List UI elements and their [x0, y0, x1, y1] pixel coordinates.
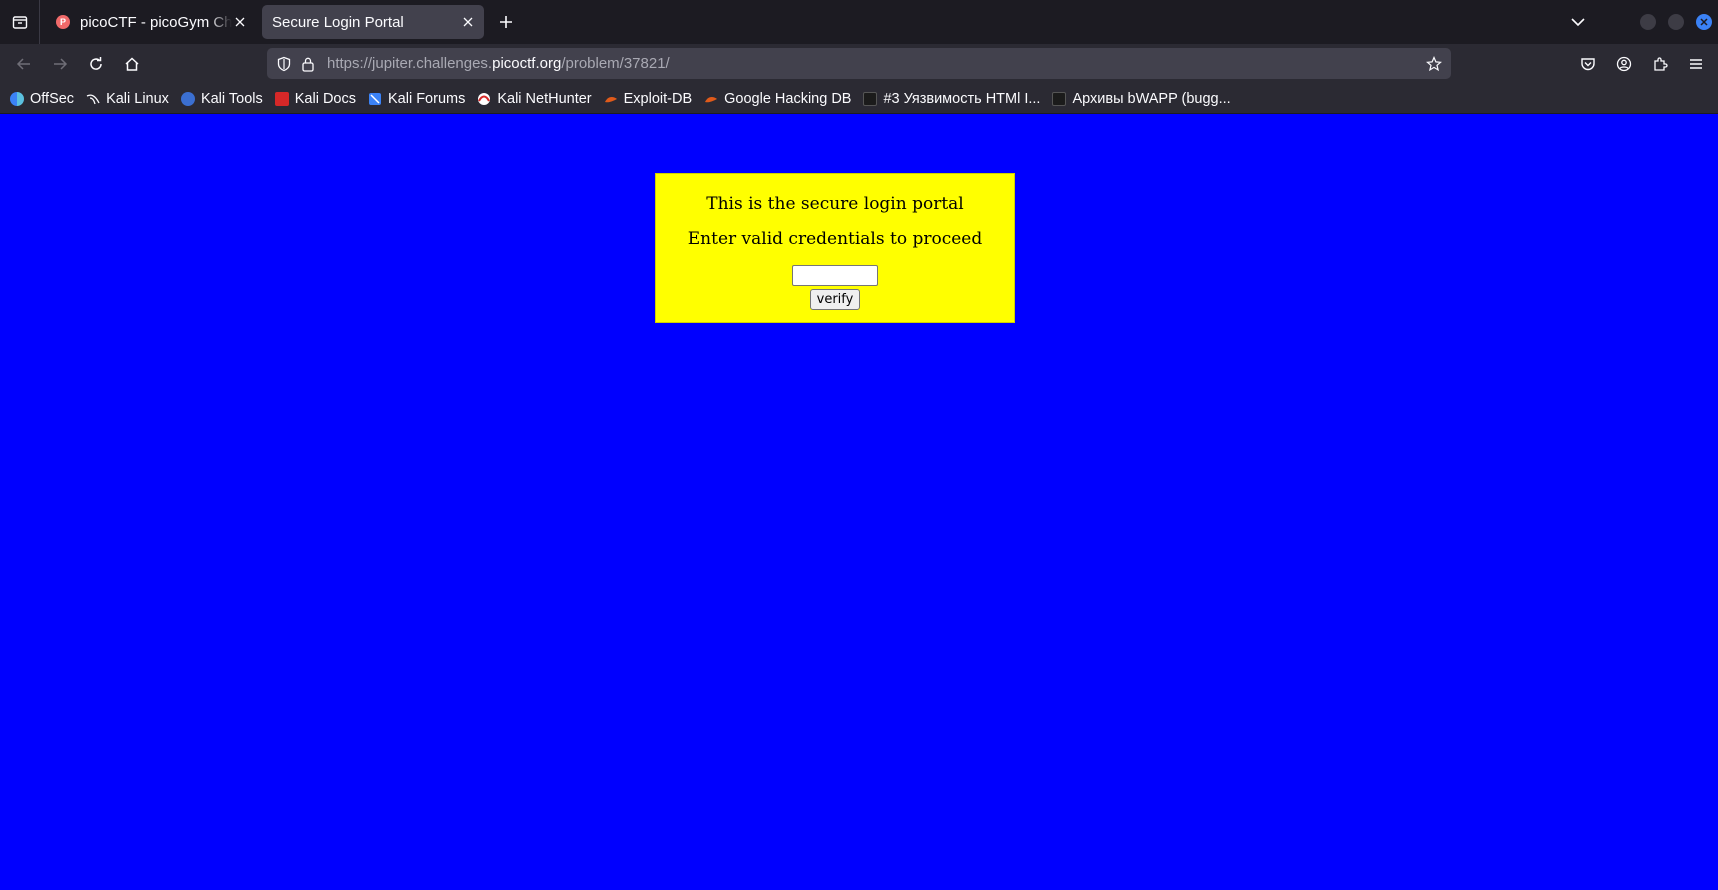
- bookmark-label: Kali Linux: [106, 90, 169, 107]
- bookmark-label: Exploit-DB: [623, 90, 693, 107]
- bookmark-label: Kali Forums: [387, 90, 466, 107]
- account-icon: [1616, 56, 1632, 72]
- bookmark-offsec[interactable]: OffSec: [10, 91, 74, 107]
- kali-forums-icon: [368, 92, 382, 106]
- back-button[interactable]: [6, 48, 42, 80]
- bookmark-star-icon[interactable]: [1423, 53, 1445, 75]
- bookmark-label: Kali NetHunter: [497, 90, 592, 107]
- arrow-left-icon: [16, 58, 30, 70]
- bookmark-kali-docs[interactable]: Kali Docs: [274, 90, 356, 107]
- bookmark-google-hacking-db[interactable]: Google Hacking DB: [704, 91, 851, 107]
- bookmark-kali-linux[interactable]: Kali Linux: [86, 91, 169, 107]
- tab-overview-button[interactable]: [0, 0, 40, 44]
- forward-button[interactable]: [42, 48, 78, 80]
- url-prefix: https://jupiter.challenges.: [327, 55, 493, 72]
- verify-button[interactable]: verify: [809, 289, 861, 310]
- account-button[interactable]: [1606, 48, 1642, 80]
- article-thumbnail-icon: [863, 91, 878, 106]
- bookmark-kali-nethunter[interactable]: Kali NetHunter: [477, 90, 592, 107]
- portal-instructions: Enter valid credentials to proceed: [687, 229, 983, 249]
- bookmark-exploit-db[interactable]: Exploit-DB: [604, 90, 693, 107]
- home-button[interactable]: [114, 48, 150, 80]
- kali-docs-icon: [274, 91, 289, 106]
- bookmark-label: Kali Docs: [294, 90, 356, 107]
- navigation-toolbar: https://jupiter.challenges.picoctf.org/p…: [0, 44, 1718, 84]
- bookmarks-toolbar: OffSec Kali Linux Kali Tools Kali Docs K…: [0, 84, 1718, 114]
- tab-picoctf[interactable]: P picoCTF - picoGym Challenges: [46, 5, 256, 39]
- pocket-button[interactable]: [1570, 48, 1606, 80]
- tab-title: picoCTF - picoGym Challenges: [80, 13, 232, 31]
- extensions-button[interactable]: [1642, 48, 1678, 80]
- tab-list-icon: [12, 16, 27, 29]
- url-host: picoctf.org: [492, 55, 562, 72]
- url-text[interactable]: https://jupiter.challenges.picoctf.org/p…: [327, 55, 1417, 72]
- puzzle-icon: [1654, 57, 1668, 71]
- bookmark-label: Google Hacking DB: [724, 90, 852, 107]
- url-path: /problem/37821/: [561, 55, 670, 72]
- kali-nethunter-icon: [477, 92, 491, 106]
- pocket-icon: [1581, 58, 1595, 71]
- new-tab-button[interactable]: [490, 6, 522, 38]
- credentials-input[interactable]: [792, 265, 878, 286]
- tab-title: Secure Login Portal: [272, 13, 404, 31]
- list-all-tabs-button[interactable]: [1560, 6, 1596, 38]
- picoctf-favicon-icon: P: [56, 15, 70, 29]
- reload-icon: [90, 57, 102, 70]
- close-tab-icon[interactable]: [232, 14, 248, 30]
- plus-icon: [500, 16, 512, 28]
- close-tab-icon[interactable]: [460, 14, 476, 30]
- bookmark-kali-forums[interactable]: Kali Forums: [368, 91, 465, 107]
- tab-secure-login-portal[interactable]: Secure Login Portal: [262, 5, 484, 39]
- bookmark-label: OffSec: [30, 90, 75, 107]
- hamburger-menu-icon: [1690, 59, 1702, 69]
- kali-tools-icon: [180, 91, 195, 106]
- bookmark-html-vulnerability[interactable]: #3 Уязвимость HTMl I...: [863, 91, 1040, 107]
- tab-strip: P picoCTF - picoGym Challenges Secure Lo…: [0, 0, 1718, 44]
- home-icon: [125, 57, 139, 71]
- lock-icon[interactable]: [297, 53, 319, 75]
- address-bar[interactable]: https://jupiter.challenges.picoctf.org/p…: [267, 48, 1451, 79]
- kali-dragon-icon: [86, 92, 100, 106]
- app-menu-button[interactable]: [1678, 48, 1714, 80]
- article-thumbnail-icon: [1052, 91, 1067, 106]
- exploit-db-icon: [604, 92, 618, 106]
- bookmark-bwapp-archives[interactable]: Архивы bWAPP (bugg...: [1052, 90, 1231, 107]
- portal-heading: This is the secure login portal: [706, 194, 964, 214]
- arrow-right-icon: [54, 58, 68, 70]
- google-hacking-db-icon: [704, 92, 718, 106]
- tracking-protection-shield-icon[interactable]: [273, 53, 295, 75]
- reload-button[interactable]: [78, 48, 114, 80]
- maximize-window-button[interactable]: [1668, 14, 1684, 30]
- offsec-icon: [10, 91, 24, 106]
- bookmark-label: Kali Tools: [200, 90, 263, 107]
- bookmark-kali-tools[interactable]: Kali Tools: [180, 90, 263, 107]
- page-viewport: This is the secure login portal Enter va…: [0, 115, 1718, 890]
- minimize-window-button[interactable]: [1640, 14, 1656, 30]
- bookmark-label: Архивы bWAPP (bugg...: [1072, 90, 1231, 107]
- close-window-button[interactable]: [1696, 14, 1712, 30]
- bookmark-label: #3 Уязвимость HTMl I...: [883, 90, 1041, 107]
- close-icon: [1700, 18, 1708, 26]
- chevron-down-icon: [1571, 18, 1585, 27]
- login-panel: This is the secure login portal Enter va…: [655, 173, 1015, 323]
